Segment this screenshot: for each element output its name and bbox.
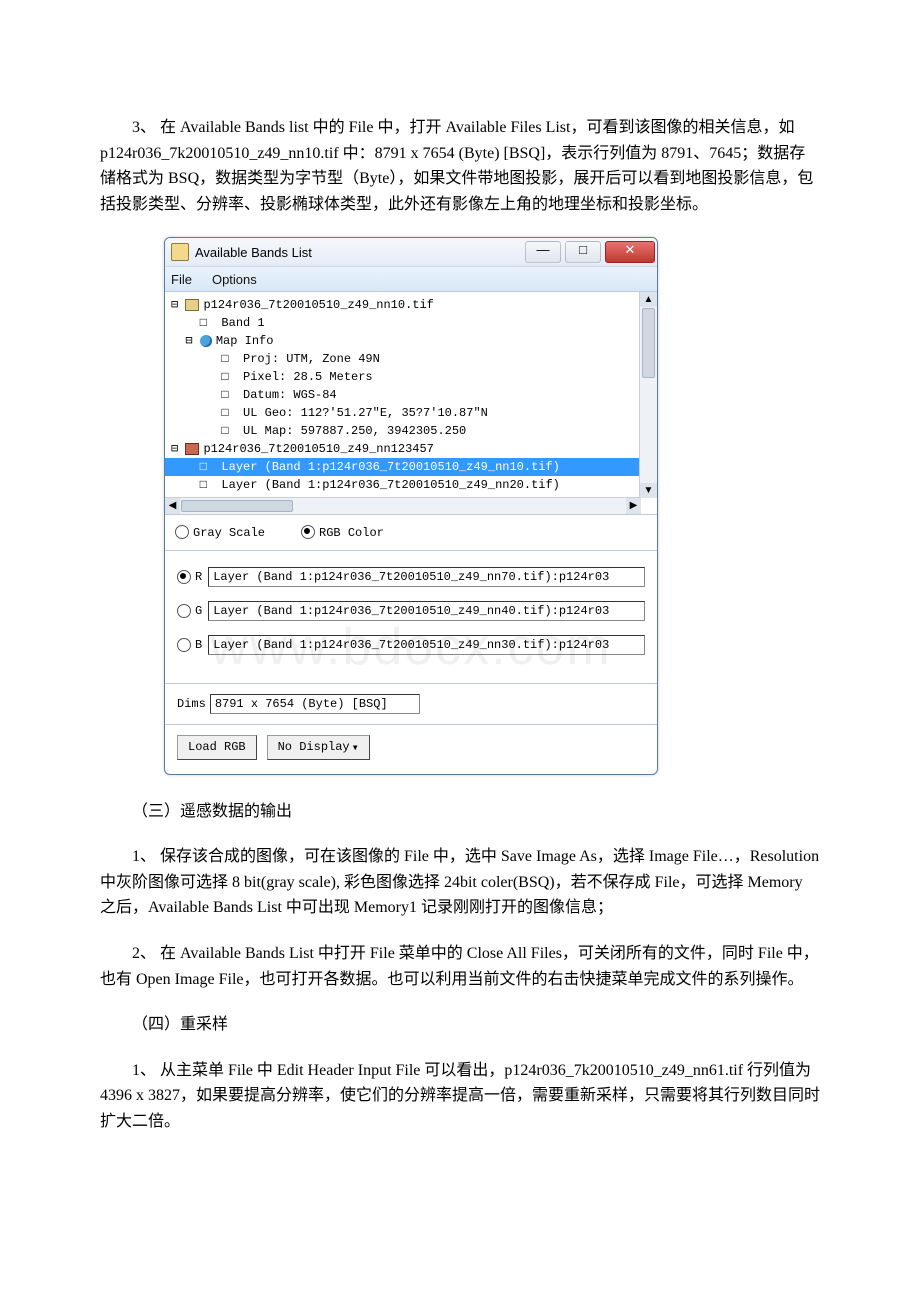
window-title: Available Bands List (195, 245, 523, 260)
tree-ulmap[interactable]: □ UL Map: 597887.250, 3942305.250 (165, 422, 657, 440)
paragraph-3: 3、 在 Available Bands list 中的 File 中，打开 A… (100, 115, 820, 217)
dims-value[interactable]: 8791 x 7654 (Byte) [BSQ] (210, 694, 420, 714)
tree-view[interactable]: ⊟ p124r036_7t20010510_z49_nn10.tif □ Ban… (165, 292, 657, 515)
tree-ulgeo[interactable]: □ UL Geo: 112?'51.27"E, 35?7'10.87"N (165, 404, 657, 422)
tree-layer1[interactable]: □ Layer (Band 1:p124r036_7t20010510_z49_… (165, 458, 657, 476)
g-label: G (195, 604, 202, 618)
dims-label: Dims (177, 697, 206, 711)
g-radio[interactable] (177, 604, 191, 618)
tree-file1[interactable]: ⊟ p124r036_7t20010510_z49_nn10.tif (165, 296, 657, 314)
app-icon (171, 243, 189, 261)
r-band-input[interactable]: Layer (Band 1:p124r036_7t20010510_z49_nn… (208, 567, 645, 587)
dims-row: Dims 8791 x 7654 (Byte) [BSQ] (165, 684, 657, 725)
paragraph-3-1: 1、 保存该合成的图像，可在该图像的 File 中，选中 Save Image … (100, 844, 820, 921)
display-mode-row: Gray Scale RGB Color (165, 515, 657, 550)
tree-mapinfo[interactable]: ⊟ Map Info (165, 332, 657, 350)
r-label: R (195, 570, 202, 584)
tree-band1[interactable]: □ Band 1 (165, 314, 657, 332)
title-bar[interactable]: Available Bands List — □ ✕ (165, 238, 657, 267)
r-radio[interactable] (177, 570, 191, 584)
rgb-selection-panel: R Layer (Band 1:p124r036_7t20010510_z49_… (165, 551, 657, 684)
horizontal-scrollbar[interactable]: ◀ ▶ (165, 497, 641, 514)
paragraph-4-1: 1、 从主菜单 File 中 Edit Header Input File 可以… (100, 1058, 820, 1135)
b-band-input[interactable]: Layer (Band 1:p124r036_7t20010510_z49_nn… (208, 635, 645, 655)
paragraph-3-2: 2、 在 Available Bands List 中打开 File 菜单中的 … (100, 941, 820, 992)
section-4-title: （四）重采样 (100, 1012, 820, 1038)
menu-options[interactable]: Options (212, 272, 257, 287)
scroll-down-arrow[interactable]: ▼ (640, 483, 657, 498)
tree-proj[interactable]: □ Proj: UTM, Zone 49N (165, 350, 657, 368)
tree-file2[interactable]: ⊟ p124r036_7t20010510_z49_nn123457 (165, 440, 657, 458)
minimize-button[interactable]: — (525, 241, 561, 263)
chevron-down-icon: ▾ (352, 740, 359, 755)
rgb-color-radio[interactable]: RGB Color (301, 526, 384, 540)
gray-scale-radio[interactable]: Gray Scale (175, 526, 265, 540)
available-bands-window: Available Bands List — □ ✕ File Options … (164, 237, 658, 774)
load-rgb-button[interactable]: Load RGB (177, 735, 257, 760)
scroll-right-arrow[interactable]: ▶ (626, 498, 641, 514)
maximize-button[interactable]: □ (565, 241, 601, 263)
bottom-button-row: Load RGB No Display▾ (165, 725, 657, 774)
scroll-up-arrow[interactable]: ▲ (640, 292, 657, 307)
hscroll-thumb[interactable] (181, 500, 293, 512)
g-band-input[interactable]: Layer (Band 1:p124r036_7t20010510_z49_nn… (208, 601, 645, 621)
display-dropdown-button[interactable]: No Display▾ (267, 735, 370, 760)
menu-bar: File Options (165, 267, 657, 292)
tree-pixel[interactable]: □ Pixel: 28.5 Meters (165, 368, 657, 386)
vertical-scrollbar[interactable]: ▲ ▼ (639, 292, 657, 498)
section-3-title: （三）遥感数据的输出 (100, 799, 820, 825)
close-button[interactable]: ✕ (605, 241, 655, 263)
scroll-thumb[interactable] (642, 308, 655, 378)
menu-file[interactable]: File (171, 272, 192, 287)
b-radio[interactable] (177, 638, 191, 652)
tree-datum[interactable]: □ Datum: WGS-84 (165, 386, 657, 404)
tree-layer2[interactable]: □ Layer (Band 1:p124r036_7t20010510_z49_… (165, 476, 657, 494)
scroll-left-arrow[interactable]: ◀ (165, 498, 180, 514)
b-label: B (195, 638, 202, 652)
